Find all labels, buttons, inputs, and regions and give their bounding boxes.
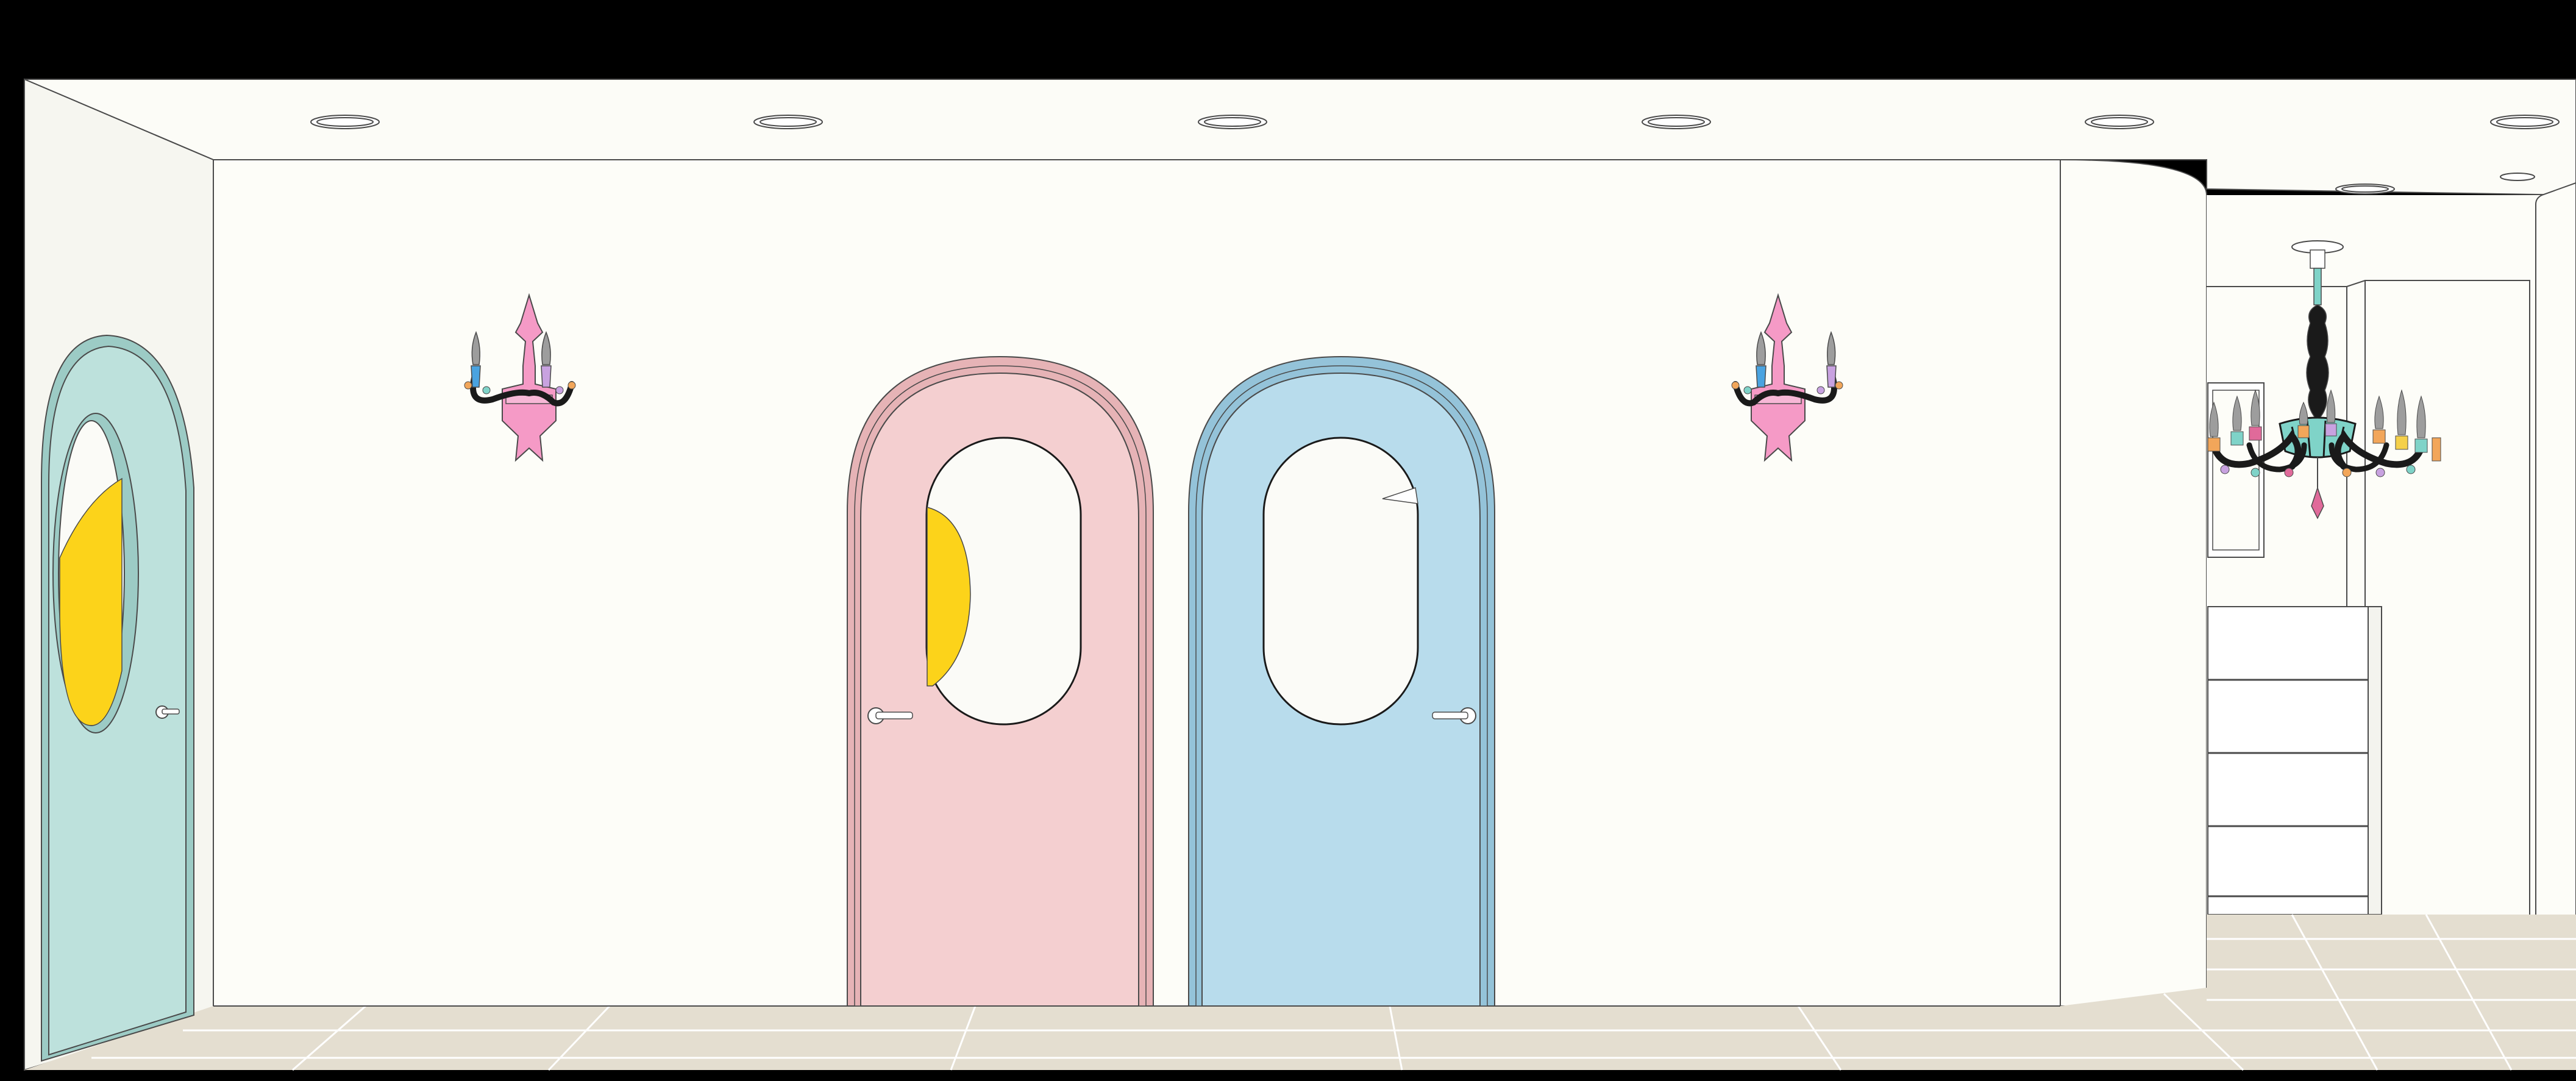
blue-door-window	[1262, 437, 1419, 726]
right-room-near-wall	[2535, 182, 2576, 992]
shelf-icon	[2207, 606, 2382, 915]
left-black-bar	[0, 0, 24, 1081]
interior-render	[0, 0, 2576, 1081]
blue-door[interactable]	[1188, 355, 1495, 1007]
bottom-black-bar	[0, 1070, 2576, 1081]
mint-door[interactable]	[41, 334, 194, 1062]
scene-canvas	[0, 0, 2576, 1081]
pink-door[interactable]	[847, 355, 1154, 1007]
top-black-bar	[0, 0, 2576, 79]
